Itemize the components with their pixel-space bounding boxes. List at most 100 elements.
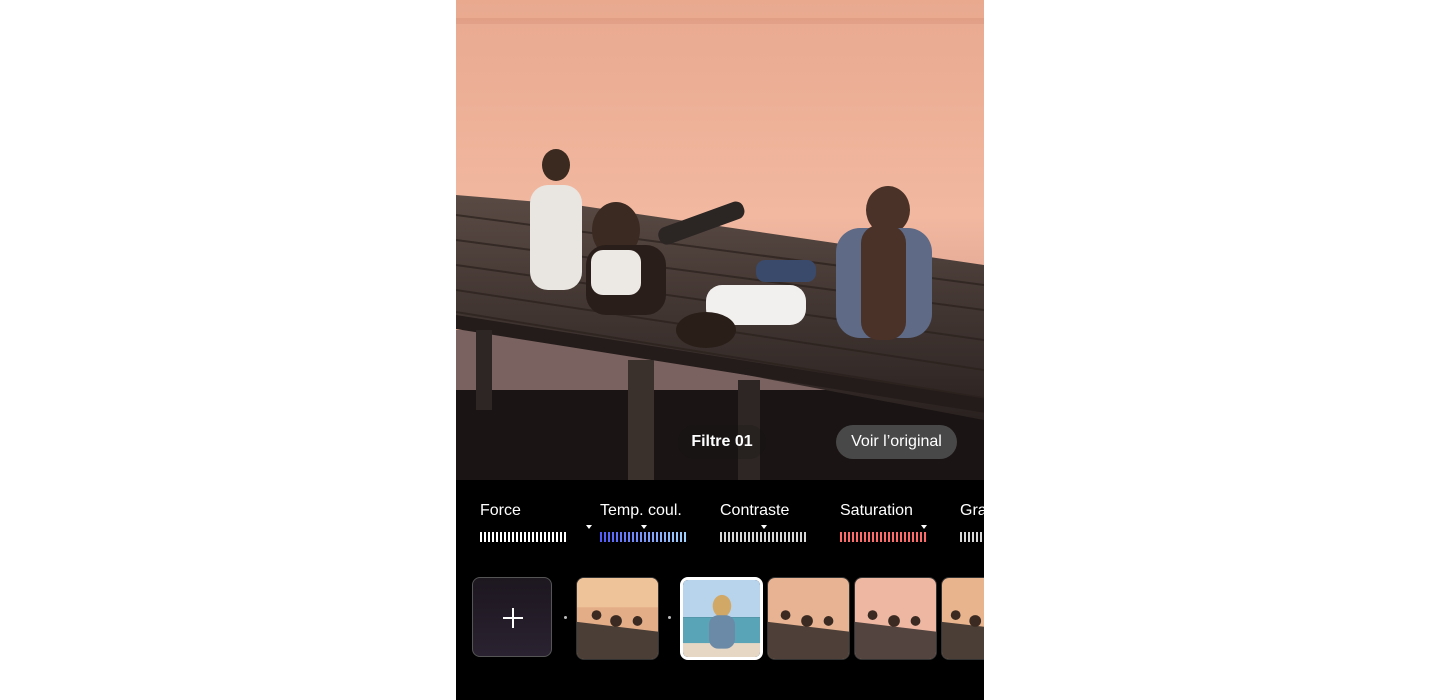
slider-tick — [628, 532, 630, 542]
slider-tick — [492, 532, 494, 542]
slider-tick — [900, 532, 902, 542]
slider-tick — [864, 532, 866, 542]
slider-tick — [648, 532, 650, 542]
slider-tick — [972, 532, 974, 542]
filter-thumb-1[interactable] — [576, 577, 659, 660]
slider-tick — [888, 532, 890, 542]
slider-tick — [616, 532, 618, 542]
adjust-contrast-label: Contraste — [720, 502, 790, 519]
slider-tick — [496, 532, 498, 542]
slider-tick — [736, 532, 738, 542]
slider-tick — [516, 532, 518, 542]
slider-tick — [788, 532, 790, 542]
slider-tick — [672, 532, 674, 542]
slider-tick — [848, 532, 850, 542]
slider-tick — [776, 532, 778, 542]
slider-tick — [880, 532, 882, 542]
slider-tick — [860, 532, 862, 542]
slider-tick — [528, 532, 530, 542]
slider-tick — [536, 532, 538, 542]
separator-dot — [564, 616, 567, 619]
slider-tick — [784, 532, 786, 542]
slider-tick — [968, 532, 970, 542]
slider-tick — [668, 532, 670, 542]
slider-tick — [916, 532, 918, 542]
adjust-saturation[interactable]: Saturation — [840, 494, 950, 554]
view-original-button[interactable]: Voir l’original — [836, 425, 957, 459]
adjust-temperature[interactable]: Temp. coul. — [600, 494, 710, 554]
adjust-force-marker — [586, 525, 592, 529]
filter-thumb-4[interactable] — [941, 577, 984, 660]
slider-tick — [676, 532, 678, 542]
slider-tick — [924, 532, 926, 542]
adjust-force[interactable]: Force — [480, 494, 592, 554]
slider-tick — [780, 532, 782, 542]
slider-tick — [852, 532, 854, 542]
separator-dot — [668, 616, 671, 619]
adjust-contrast[interactable]: Contraste — [720, 494, 830, 554]
slider-tick — [488, 532, 490, 542]
slider-tick — [960, 532, 962, 542]
slider-tick — [804, 532, 806, 542]
photo-editor: Filtre 01 Voir l’original Force Temp. co… — [456, 0, 984, 700]
slider-tick — [884, 532, 886, 542]
slider-tick — [524, 532, 526, 542]
slider-tick — [772, 532, 774, 542]
slider-tick — [912, 532, 914, 542]
slider-tick — [548, 532, 550, 542]
slider-tick — [896, 532, 898, 542]
adjust-force-label: Force — [480, 502, 521, 519]
slider-tick — [748, 532, 750, 542]
adjust-grain-slider[interactable] — [960, 532, 984, 542]
slider-tick — [484, 532, 486, 542]
slider-tick — [980, 532, 982, 542]
slider-tick — [604, 532, 606, 542]
slider-tick — [520, 532, 522, 542]
adjustment-bar: Force Temp. coul. Contraste Saturation G… — [456, 494, 984, 554]
slider-tick — [632, 532, 634, 542]
adjust-temperature-marker — [641, 525, 647, 529]
slider-tick — [656, 532, 658, 542]
adjust-contrast-slider[interactable] — [720, 532, 808, 542]
slider-tick — [512, 532, 514, 542]
plus-icon — [503, 608, 523, 628]
slider-tick — [920, 532, 922, 542]
slider-tick — [680, 532, 682, 542]
slider-tick — [608, 532, 610, 542]
slider-tick — [724, 532, 726, 542]
slider-tick — [744, 532, 746, 542]
adjust-temperature-label: Temp. coul. — [600, 502, 682, 519]
slider-tick — [564, 532, 566, 542]
adjust-contrast-marker — [761, 525, 767, 529]
slider-tick — [684, 532, 686, 542]
slider-tick — [872, 532, 874, 542]
slider-tick — [532, 532, 534, 542]
adjust-temperature-slider[interactable] — [600, 532, 688, 542]
slider-tick — [892, 532, 894, 542]
adjust-saturation-label: Saturation — [840, 502, 913, 519]
slider-tick — [964, 532, 966, 542]
slider-tick — [504, 532, 506, 542]
adjust-grain[interactable]: Gra — [960, 494, 984, 554]
slider-tick — [756, 532, 758, 542]
filter-thumb-custom[interactable] — [680, 577, 763, 660]
slider-tick — [764, 532, 766, 542]
adjust-saturation-marker — [921, 525, 927, 529]
slider-tick — [768, 532, 770, 542]
slider-tick — [652, 532, 654, 542]
slider-tick — [908, 532, 910, 542]
filter-thumb-3[interactable] — [854, 577, 937, 660]
adjust-saturation-slider[interactable] — [840, 532, 928, 542]
slider-tick — [544, 532, 546, 542]
slider-tick — [728, 532, 730, 542]
slider-tick — [732, 532, 734, 542]
slider-tick — [976, 532, 978, 542]
add-filter-button[interactable] — [472, 577, 552, 657]
adjust-force-slider[interactable] — [480, 532, 568, 542]
slider-tick — [760, 532, 762, 542]
slider-tick — [500, 532, 502, 542]
slider-tick — [856, 532, 858, 542]
slider-tick — [840, 532, 842, 542]
filter-thumb-2[interactable] — [767, 577, 850, 660]
slider-tick — [612, 532, 614, 542]
